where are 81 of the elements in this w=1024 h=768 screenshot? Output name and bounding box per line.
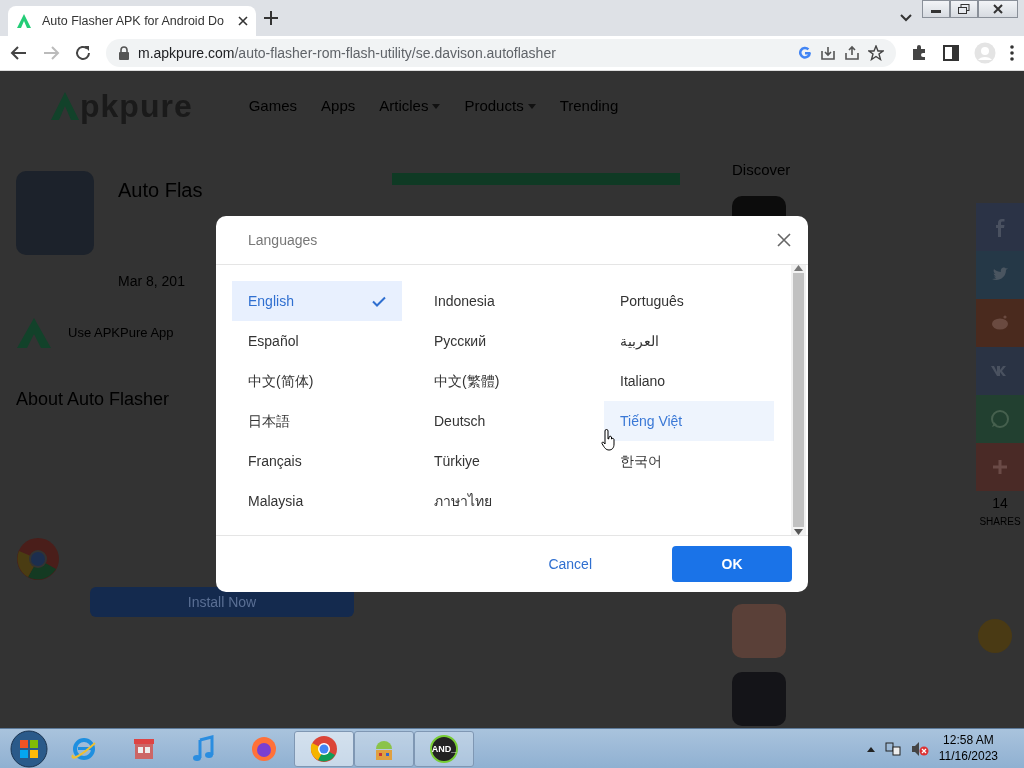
check-icon xyxy=(372,295,386,307)
language-option[interactable]: Español xyxy=(232,321,402,361)
apkpure-logo-icon xyxy=(50,90,80,122)
language-option[interactable]: Türkiye xyxy=(418,441,588,481)
language-option[interactable]: 日本語 xyxy=(232,401,402,441)
star-icon xyxy=(868,45,884,61)
install-app-button[interactable] xyxy=(820,45,836,61)
language-option[interactable]: Русский xyxy=(418,321,588,361)
lock-icon xyxy=(118,46,130,60)
language-option[interactable]: Français xyxy=(232,441,402,481)
network-icon xyxy=(884,741,901,757)
reload-icon xyxy=(74,44,92,62)
language-option[interactable]: 中文(简体) xyxy=(232,361,402,401)
caret-icon xyxy=(527,103,536,109)
g-logo-icon xyxy=(798,46,812,60)
side-panel-button[interactable] xyxy=(942,44,960,62)
bookmark-button[interactable] xyxy=(868,45,884,61)
dialog-title: Languages xyxy=(248,230,318,250)
close-icon xyxy=(993,4,1003,14)
browser-tab[interactable]: Auto Flasher APK for Android Do xyxy=(8,6,256,36)
address-bar[interactable]: m.apkpure.com/auto-flasher-rom-flash-utility/se.davison.autoflasher xyxy=(106,39,896,67)
cancel-button[interactable]: Cancel xyxy=(508,545,632,583)
kebab-menu-icon xyxy=(1010,45,1014,61)
close-icon xyxy=(238,16,248,26)
download-icon xyxy=(820,45,836,61)
back-button[interactable] xyxy=(10,44,28,62)
puzzle-icon xyxy=(910,44,928,62)
caret-icon xyxy=(432,103,441,109)
url-text: m.apkpure.com/auto-flasher-rom-flash-utility/se.davison.autoflasher xyxy=(138,43,556,63)
menu-button[interactable] xyxy=(1010,45,1014,61)
language-option[interactable]: Indonesia xyxy=(418,281,588,321)
muted-speaker-icon xyxy=(910,741,929,757)
tab-title: Auto Flasher APK for Android Do xyxy=(42,12,226,30)
language-option[interactable]: 中文(繁體) xyxy=(418,361,588,401)
restore-button[interactable] xyxy=(950,0,978,18)
ok-button[interactable]: OK xyxy=(672,546,792,582)
side-panel-icon xyxy=(942,44,960,62)
language-option[interactable]: Deutsch xyxy=(418,401,588,441)
chrome-logo-icon xyxy=(310,735,338,763)
language-option[interactable]: ภาษาไทย xyxy=(418,481,588,521)
extensions-button[interactable] xyxy=(910,44,928,62)
new-tab-button[interactable] xyxy=(262,9,280,27)
language-option[interactable]: العربية xyxy=(604,321,774,361)
hand-cursor-icon xyxy=(600,429,616,451)
apkpure-logo-icon xyxy=(16,13,32,29)
scrollbar[interactable] xyxy=(791,265,806,535)
minimize-button[interactable] xyxy=(922,0,950,18)
restore-icon xyxy=(958,4,970,14)
language-option[interactable]: Malaysia xyxy=(232,481,402,521)
show-hidden-icons-button[interactable] xyxy=(866,746,875,752)
avatar-icon xyxy=(974,42,996,64)
chat-bubble-icon xyxy=(988,407,1012,431)
language-option[interactable]: English xyxy=(232,281,402,321)
taskbar-app-button[interactable]: AND_ xyxy=(414,731,474,767)
caret-up-icon xyxy=(866,746,875,752)
chevron-down-icon xyxy=(900,14,912,22)
close-tab-button[interactable] xyxy=(238,16,248,26)
language-option[interactable]: Português xyxy=(604,281,774,321)
scroll-down-arrow-icon xyxy=(794,529,803,535)
share-icon xyxy=(844,45,860,61)
internet-explorer-icon xyxy=(70,735,98,763)
windows-orb-icon xyxy=(10,730,48,768)
forward-arrow-icon xyxy=(42,44,60,62)
close-window-button[interactable] xyxy=(978,0,1018,18)
scroll-up-arrow-icon xyxy=(794,265,803,271)
icon-label: AND_ xyxy=(431,744,457,754)
firefox-icon xyxy=(250,735,278,763)
taskbar-app-button[interactable] xyxy=(294,731,354,767)
google-lens-button[interactable] xyxy=(798,46,812,60)
language-option[interactable]: Italiano xyxy=(604,361,774,401)
language-option[interactable]: Tiếng Việt xyxy=(604,401,774,441)
language-option[interactable]: 한국어 xyxy=(604,441,774,481)
share-button[interactable] xyxy=(844,45,860,61)
plus-icon xyxy=(264,11,278,25)
close-icon xyxy=(777,233,791,247)
terminal-icon xyxy=(430,735,458,763)
clock[interactable]: 12:58 AM 11/16/2023 xyxy=(938,733,998,765)
chrome-logo-icon xyxy=(16,537,60,581)
reload-button[interactable] xyxy=(74,44,92,62)
apkpure-logo-icon xyxy=(16,316,52,350)
back-arrow-icon xyxy=(10,44,28,62)
